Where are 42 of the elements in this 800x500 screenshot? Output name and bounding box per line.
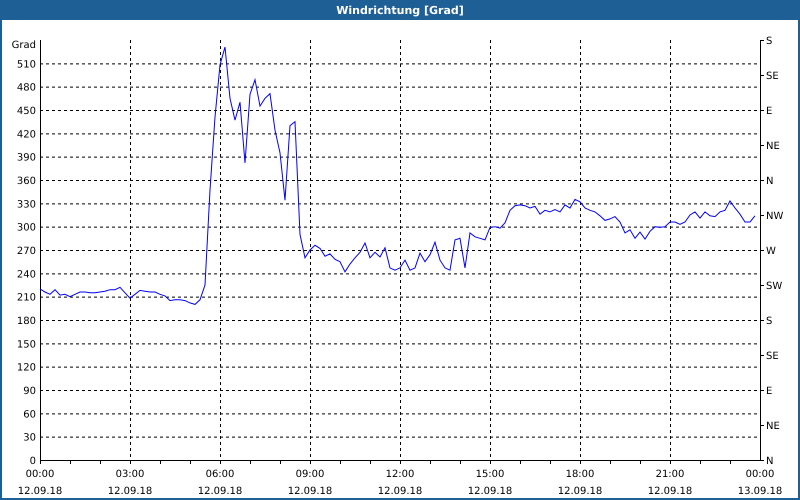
y-tick-label: 300: [16, 222, 36, 234]
compass-label: E: [766, 386, 772, 397]
y-tick-label: 0: [30, 456, 36, 467]
compass-label: SE: [766, 351, 779, 362]
compass-label: NE: [766, 421, 780, 432]
y-tick-label: 90: [23, 386, 36, 397]
compass-label: N: [766, 176, 774, 187]
x-tick-label: 09:00 12.09.18: [288, 469, 332, 497]
y-tick-label: 60: [23, 409, 36, 420]
y-tick-label: 30: [23, 432, 36, 444]
y-tick-label: 360: [16, 176, 36, 187]
y-tick-label: 510: [16, 59, 36, 70]
y-tick-label: 150: [16, 339, 36, 350]
x-tick-label: 15:00 12.09.18: [468, 469, 512, 497]
compass-label: SW: [766, 281, 782, 292]
y-tick-label: 180: [16, 316, 36, 327]
y-tick-label: 480: [16, 82, 36, 94]
y-tick-label: 210: [16, 292, 36, 304]
compass-label: SE: [766, 71, 779, 82]
compass-label: N: [766, 456, 774, 467]
y-tick-label: 420: [16, 129, 36, 140]
x-tick-label: 00:00 13.09.18: [738, 469, 782, 497]
y-tick-label: 390: [16, 152, 36, 164]
x-tick-label: 18:00 12.09.18: [558, 469, 602, 497]
compass-label: S: [766, 316, 772, 327]
x-tick-label: 21:00 12.09.18: [648, 469, 692, 497]
compass-label: NW: [766, 211, 784, 222]
compass-label: NE: [766, 141, 780, 152]
window-title: Windrichtung [Grad]: [336, 4, 464, 16]
x-tick-label: 03:00 12.09.18: [108, 469, 152, 497]
x-tick-label: 12:00 12.09.18: [378, 469, 422, 497]
compass-label: E: [766, 106, 772, 117]
axis-title: Grad: [12, 40, 36, 51]
compass-label: W: [766, 246, 776, 257]
y-tick-label: 120: [16, 362, 36, 374]
y-tick-label: 330: [16, 199, 36, 210]
y-tick-label: 450: [16, 106, 36, 117]
compass-label: S: [766, 36, 772, 47]
y-tick-label: 270: [16, 246, 36, 257]
x-tick-label: 06:00 12.09.18: [198, 469, 242, 497]
y-tick-label: 240: [16, 269, 36, 280]
x-tick-label: 00:00 12.09.18: [18, 469, 62, 497]
